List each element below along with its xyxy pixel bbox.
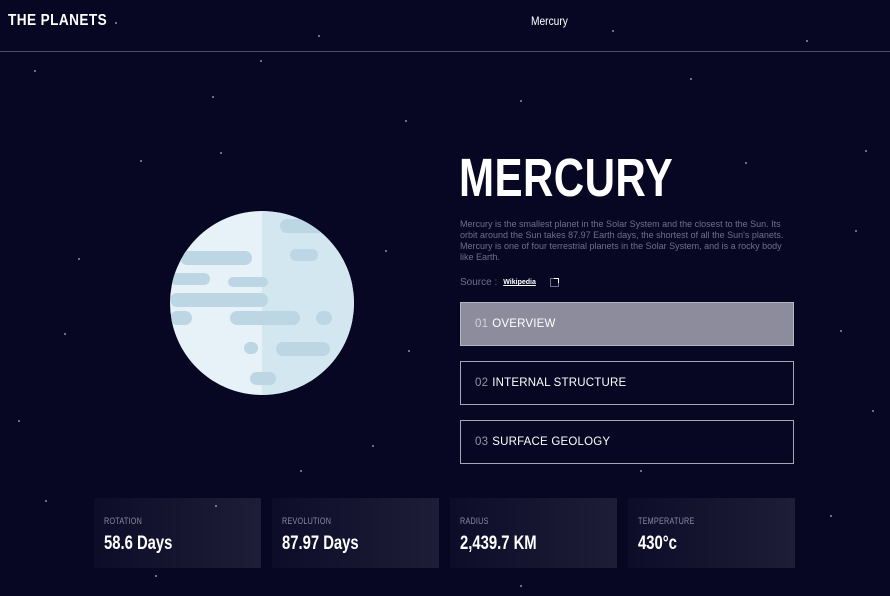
stat-card-temperature: Temperature 430°c (628, 498, 795, 568)
stat-value: 2,439.7 KM (460, 533, 537, 554)
logo[interactable]: THE PLANETS (8, 12, 107, 30)
external-link-icon[interactable] (549, 278, 559, 287)
stat-value: 430°c (638, 533, 677, 554)
mercury-planet-image (170, 211, 354, 395)
stat-card-radius: Radius 2,439.7 KM (450, 498, 617, 568)
tab-number: 03 (475, 436, 489, 448)
tab-number: 01 (475, 318, 489, 330)
source-label: Source : (460, 277, 498, 288)
top-header: THE PLANETS Mercury (0, 0, 890, 52)
stat-value: 58.6 Days (104, 533, 173, 554)
source-line: Source : Wikipedia (460, 277, 559, 288)
planet-description: Mercury is the smallest planet in the So… (460, 219, 784, 262)
stat-label: Temperature (638, 516, 695, 526)
tab-number: 02 (475, 377, 489, 389)
tab-label: INTERNAL STRUCTURE (492, 377, 627, 389)
tab-overview[interactable]: 01 OVERVIEW (460, 302, 794, 346)
stat-label: Radius (460, 516, 489, 526)
tab-label: SURFACE GEOLOGY (492, 436, 611, 448)
stat-label: Rotation (104, 516, 143, 526)
nav-item-mercury[interactable]: Mercury (531, 14, 568, 28)
stat-value: 87.97 Days (282, 533, 359, 554)
source-link[interactable]: Wikipedia (503, 279, 536, 286)
stat-card-revolution: Revolution 87.97 Days (272, 498, 439, 568)
tab-label: OVERVIEW (492, 318, 556, 330)
stat-label: Revolution (282, 516, 332, 526)
tab-surface-geology[interactable]: 03 SURFACE GEOLOGY (460, 420, 794, 464)
planet-title: MERCURY (459, 148, 674, 208)
stat-card-rotation: Rotation 58.6 Days (94, 498, 261, 568)
tab-internal-structure[interactable]: 02 INTERNAL STRUCTURE (460, 361, 794, 405)
planet-illustration (170, 211, 354, 395)
